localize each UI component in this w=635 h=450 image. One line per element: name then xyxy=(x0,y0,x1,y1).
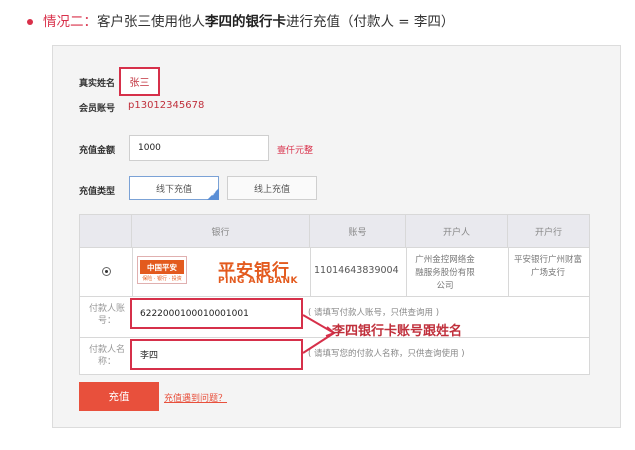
amount-input-value: 1000 xyxy=(138,143,161,153)
real-name-value: 张三 xyxy=(119,67,160,96)
payer-name-label: 付款人名称： xyxy=(88,345,125,367)
payer-name-input[interactable]: 李四 xyxy=(130,339,303,370)
pingan-badge-text: 中国平安 xyxy=(140,260,184,274)
table-header-payee: 开户人 xyxy=(406,215,508,248)
bank-payee: 广州金控网络金融服务股份有限公司 xyxy=(415,255,475,291)
table-header-bank: 银行 xyxy=(132,215,310,248)
table-header-select xyxy=(80,215,132,248)
tab-offline-recharge[interactable]: 线下充值 xyxy=(129,176,219,200)
tab-online-recharge[interactable]: 线上充值 xyxy=(227,176,317,200)
pingan-badge-sub: 保险 · 银行 · 投资 xyxy=(142,276,182,282)
tab-offline-label: 线下充值 xyxy=(155,184,192,195)
payer-account-input[interactable]: 6222000100010001001 xyxy=(130,298,303,329)
bank-name-en-logo: PING AN BANK xyxy=(218,276,298,286)
amount-in-words: 壹仟元整 xyxy=(277,146,314,156)
pingan-badge-logo: 中国平安 保险 · 银行 · 投资 xyxy=(137,256,187,284)
check-corner-icon xyxy=(207,188,219,200)
payer-name-value: 李四 xyxy=(140,351,159,361)
member-account-value: p13012345678 xyxy=(128,100,205,111)
payer-account-value: 6222000100010001001 xyxy=(140,308,249,319)
bank-branch: 平安银行广州财富广场支行 xyxy=(513,255,582,278)
page-heading: 情况二：客户张三使用他人李四的银行卡进行充值（付款人 = 李四） xyxy=(43,12,454,32)
recharge-type-label: 充值类型 xyxy=(79,187,116,197)
amount-input[interactable]: 1000 xyxy=(129,135,269,161)
real-name-label: 真实姓名 xyxy=(79,79,116,89)
payer-account-label: 付款人账号： xyxy=(88,304,125,326)
recharge-submit-button[interactable]: 充值 xyxy=(79,382,159,411)
annotation-text: 李四银行卡账号跟姓名 xyxy=(332,324,463,339)
heading-text-after: 进行充值（付款人 = 李四） xyxy=(286,14,455,30)
recharge-help-link[interactable]: 充值遇到问题？ xyxy=(164,391,227,404)
amount-label: 充值金额 xyxy=(79,146,116,156)
tab-online-label: 线上充值 xyxy=(253,184,290,195)
bank-select-radio[interactable] xyxy=(102,267,111,276)
bank-account-number: 11014643839004 xyxy=(314,265,399,276)
heading-bullet xyxy=(27,19,33,25)
table-header-branch: 开户行 xyxy=(508,215,589,248)
member-account-label: 会员账号 xyxy=(79,104,116,114)
heading-bold: 李四的银行卡 xyxy=(205,14,286,30)
heading-text-before: 客户张三使用他人 xyxy=(97,14,205,30)
table-header-account: 账号 xyxy=(310,215,406,248)
heading-prefix: 情况二： xyxy=(43,14,97,30)
